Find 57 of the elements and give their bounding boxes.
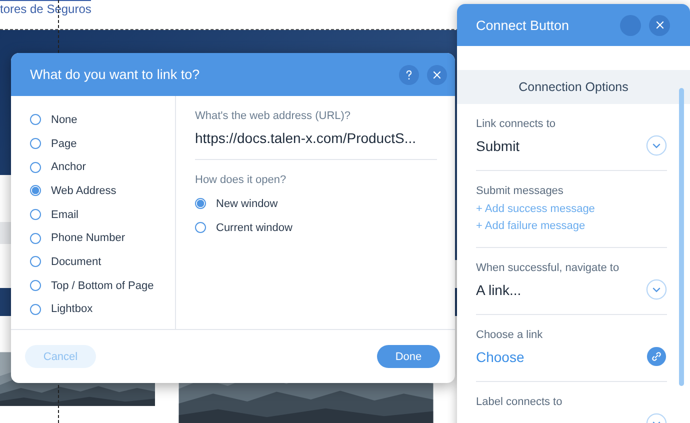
dropdown-icon[interactable] xyxy=(646,279,667,300)
radio-label: Phone Number xyxy=(51,232,125,244)
field-label: Label connects to xyxy=(476,396,564,408)
radio-label: Document xyxy=(51,256,102,268)
field-label: How does it open? xyxy=(195,174,288,186)
radio-button[interactable] xyxy=(195,198,206,210)
radio-option[interactable]: Top / Bottom of Page xyxy=(30,274,175,298)
radio-button[interactable] xyxy=(30,256,41,268)
close-button[interactable] xyxy=(427,64,447,84)
radio-button[interactable] xyxy=(30,162,41,173)
radio-option[interactable]: Lightbox xyxy=(30,298,175,322)
dropdown-value[interactable]: A link... xyxy=(476,282,522,298)
radio-label: Current window xyxy=(216,222,292,234)
dialog-title: What do you want to link to? xyxy=(30,67,201,82)
radio-label: Lightbox xyxy=(51,303,93,316)
radio-label: Email xyxy=(51,208,79,221)
radio-button[interactable] xyxy=(30,114,41,126)
url-field[interactable]: https://docs.talen-x.com/ProductS... xyxy=(195,128,437,160)
close-button[interactable] xyxy=(649,14,670,36)
field-label: When successful, navigate to xyxy=(476,262,620,274)
close-icon xyxy=(432,70,442,80)
radio-option[interactable]: New window xyxy=(195,192,437,216)
radio-option[interactable]: Web Address xyxy=(30,179,175,203)
radio-button[interactable] xyxy=(195,222,206,234)
section-header: Connection Options xyxy=(457,70,690,104)
header-link[interactable]: tores de Seguros xyxy=(0,0,92,16)
radio-label: Top / Bottom of Page xyxy=(51,280,154,292)
field-label: Link connects to xyxy=(476,118,556,130)
radio-option[interactable]: Anchor xyxy=(30,155,175,180)
radio-label: New window xyxy=(216,198,278,210)
radio-option[interactable]: None xyxy=(30,108,175,132)
close-icon xyxy=(654,20,664,30)
link-icon[interactable] xyxy=(646,346,667,367)
radio-option[interactable]: Page xyxy=(30,132,175,156)
scrollbar[interactable] xyxy=(679,88,684,386)
radio-button[interactable] xyxy=(30,232,41,244)
radio-option[interactable]: Phone Number xyxy=(30,226,175,250)
radio-button[interactable] xyxy=(30,185,41,196)
radio-button[interactable] xyxy=(30,304,41,315)
radio-label: Anchor xyxy=(51,161,86,174)
help-icon xyxy=(404,70,414,80)
radio-option[interactable]: Document xyxy=(30,250,175,274)
radio-option[interactable]: Current window xyxy=(195,216,437,240)
radio-button[interactable] xyxy=(30,280,41,292)
radio-button[interactable] xyxy=(30,138,41,150)
field-label: What's the web address (URL)? xyxy=(195,110,352,122)
dropdown-icon[interactable] xyxy=(646,135,667,156)
radio-option[interactable]: Email xyxy=(30,202,175,226)
radio-label: None xyxy=(51,114,78,126)
field-label: Submit messages xyxy=(476,185,564,197)
help-button[interactable] xyxy=(399,64,419,84)
field-label: Choose a link xyxy=(476,329,544,341)
radio-label: Page xyxy=(51,138,77,150)
panel-title: Connect Button xyxy=(476,18,570,32)
dropdown-value[interactable]: Submit xyxy=(476,138,520,154)
radio-label: Web Address xyxy=(51,184,116,197)
radio-button[interactable] xyxy=(30,209,41,220)
